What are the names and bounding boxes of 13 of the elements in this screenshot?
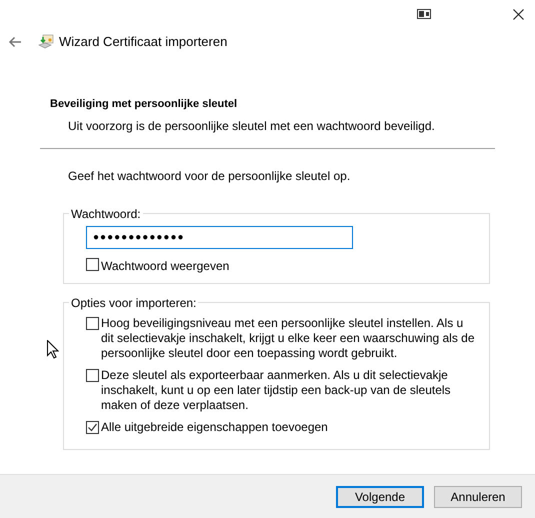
dialog-button[interactable]: Annuleren [434, 486, 522, 508]
instruction-text: Geef het wachtwoord voor de persoonlijke sleutel op. [68, 168, 352, 184]
group-label: Opties voor importeren: [70, 294, 198, 312]
group-label: Wachtwoord: [70, 206, 142, 222]
window-title: Wizard Certificaat importeren [59, 33, 228, 52]
section-heading: Beveiliging met persoonlijke sleutel [50, 97, 238, 112]
password-field[interactable]: ●●●●●●●●●●●●● [86, 226, 353, 248]
checkbox-label[interactable]: Hoog beveiligingsniveau met een persoonlijke sleutel instellen. Als u dit selectievakje inschakelt, krijgt u elke keer een waarschuwing als de persoonlijke sleutel door een toepassing wordt gebruikt. [101, 316, 479, 360]
dialog-button[interactable]: Volgende [336, 486, 424, 508]
checkbox-label[interactable]: Wachtwoord weergeven [101, 256, 230, 274]
checkbox-label[interactable]: Deze sleutel als exporteerbaar aanmerken. Als u dit selectievakje inschakelt, kunt u op een later tijdstip een back-up van de sleutels maken of deze verplaatsen. [101, 368, 479, 412]
checkbox-label[interactable]: Alle uitgebreide eigenschappen toevoegen [101, 420, 328, 434]
section-subtitle: Uit voorzorg is de persoonlijke sleutel met een wachtwoord beveiligd. [67, 118, 436, 134]
